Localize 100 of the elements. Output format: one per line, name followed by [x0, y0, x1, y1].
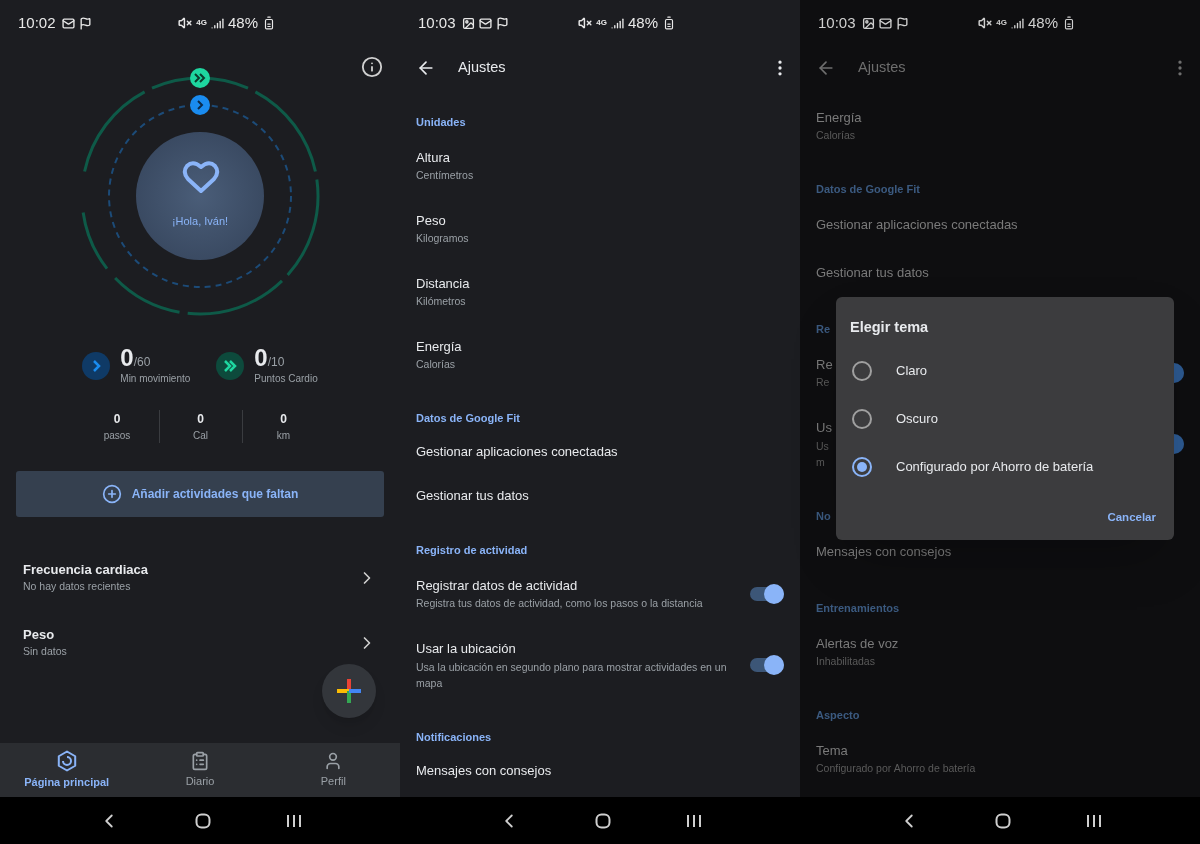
- stat-label: km: [276, 428, 291, 443]
- option-label[interactable]: Oscuro: [896, 409, 938, 429]
- goal-target: /60: [133, 355, 151, 371]
- setting-subtitle: Registra tus datos de actividad, como los pasos o la distancia: [416, 596, 703, 612]
- setting-title[interactable]: Alertas de voz: [816, 633, 899, 654]
- setting-title[interactable]: Mensajes con consejos: [816, 542, 952, 562]
- metric-title: Peso: [23, 625, 56, 644]
- signal-icon: [610, 16, 624, 30]
- clock-time: 10:02: [18, 12, 56, 33]
- metric-row[interactable]: Peso Sin datos: [0, 610, 400, 675]
- ring-icon: [55, 749, 78, 772]
- option-label[interactable]: Claro: [896, 361, 928, 381]
- flag-icon: [78, 16, 92, 30]
- setting-subtitle: Calorías: [816, 128, 856, 144]
- flag-icon: [895, 16, 909, 30]
- setting-title[interactable]: Mensajes con consejos: [416, 761, 552, 781]
- home-nav-icon[interactable]: [995, 812, 1011, 829]
- goal-label: Min movimiento: [120, 372, 191, 386]
- network-label: 4G: [996, 19, 1007, 27]
- setting-title[interactable]: Us: [816, 418, 832, 438]
- option-label[interactable]: Configurado por Ahorro de batería: [896, 457, 1094, 477]
- clipboard-icon: [190, 750, 210, 771]
- mute-icon: [578, 16, 593, 30]
- setting-subtitle: Configurado por Ahorro de batería: [816, 761, 976, 777]
- cancel-button[interactable]: Cancelar: [1103, 502, 1160, 532]
- screen-title: Ajustes: [858, 58, 906, 78]
- signal-icon: [210, 16, 224, 30]
- setting-title[interactable]: Usar la ubicación: [416, 639, 516, 659]
- stat-value: 0: [280, 410, 287, 428]
- section-header: Registro de actividad: [416, 542, 528, 558]
- radio-button[interactable]: [852, 360, 872, 381]
- setting-title[interactable]: Re: [816, 354, 833, 375]
- setting-subtitle: Inhabilitadas: [816, 654, 875, 670]
- battery-icon: [262, 16, 276, 30]
- section-header: Aspecto: [816, 707, 860, 723]
- radio-button[interactable]: [852, 456, 872, 477]
- battery-level: 48%: [627, 12, 658, 33]
- home-nav-icon[interactable]: [195, 812, 211, 829]
- section-header: Datos de Google Fit: [816, 181, 920, 197]
- toggle-switch[interactable]: [750, 658, 784, 672]
- setting-title[interactable]: Registrar datos de actividad: [416, 575, 578, 596]
- setting-title[interactable]: Gestionar tus datos: [416, 486, 529, 506]
- setting-title[interactable]: Distancia: [416, 273, 470, 294]
- network-label: 4G: [596, 19, 607, 27]
- bottom-nav-tab[interactable]: Página principal: [0, 743, 134, 797]
- recents-nav-icon[interactable]: [286, 813, 303, 828]
- metric-subtitle: No hay datos recientes: [23, 579, 132, 595]
- setting-title[interactable]: Tema: [816, 740, 848, 761]
- setting-title[interactable]: Gestionar aplicaciones conectadas: [416, 442, 618, 462]
- mail-icon: [878, 16, 892, 30]
- setting-subtitle: Kilogramos: [416, 231, 469, 247]
- setting-subtitle: Usa la ubicación en segundo plano para mostrar actividades en un mapa: [416, 659, 728, 691]
- section-header: Datos de Google Fit: [416, 410, 520, 426]
- bottom-nav-tab[interactable]: Perfil: [266, 743, 400, 797]
- goal-label: Puntos Cardio: [254, 372, 318, 386]
- setting-title[interactable]: Energía: [416, 336, 462, 357]
- info-icon[interactable]: [361, 56, 383, 78]
- setting-title[interactable]: Peso: [416, 210, 446, 231]
- image-icon: [861, 16, 875, 30]
- battery-icon: [1062, 16, 1076, 30]
- mute-icon: [178, 16, 193, 30]
- radio-button[interactable]: [852, 408, 872, 429]
- stat-label: Cal: [193, 428, 208, 443]
- network-label: 4G: [196, 19, 207, 27]
- metric-row[interactable]: Frecuencia cardiaca No hay datos recientes: [0, 545, 400, 610]
- section-header: No: [816, 508, 831, 524]
- bottom-nav-tab[interactable]: Diario: [133, 743, 267, 797]
- add-fab[interactable]: [322, 664, 376, 718]
- recents-nav-icon[interactable]: [686, 813, 703, 828]
- screen-title: Ajustes: [458, 58, 506, 78]
- section-header: Notificaciones: [416, 729, 492, 745]
- clock-time: 10:03: [418, 12, 456, 33]
- setting-subtitle: Kilómetros: [416, 294, 466, 310]
- setting-title[interactable]: Gestionar aplicaciones conectadas: [816, 215, 1018, 235]
- goal-value: 0: [254, 346, 268, 370]
- double-chevron-badge-icon: [216, 352, 245, 380]
- dialog-title: Elegir tema: [850, 318, 930, 337]
- setting-title[interactable]: Gestionar tus datos: [816, 263, 929, 283]
- setting-title[interactable]: Energía: [816, 107, 862, 128]
- colored-plus-icon: [337, 679, 361, 703]
- battery-level: 48%: [1027, 12, 1058, 33]
- setting-subtitle: Us: [816, 438, 829, 454]
- home-nav-icon[interactable]: [595, 812, 611, 829]
- toggle-switch[interactable]: [750, 586, 784, 601]
- clock-time: 10:03: [818, 12, 856, 33]
- image-icon: [461, 16, 475, 30]
- recents-nav-icon[interactable]: [1086, 813, 1103, 828]
- setting-subtitle: m: [816, 454, 825, 470]
- battery-level: 48%: [227, 12, 258, 33]
- metric-subtitle: Sin datos: [23, 644, 68, 660]
- stat-label: pasos: [103, 428, 131, 443]
- add-activities-button[interactable]: Añadir actividades que faltan: [16, 471, 384, 517]
- setting-subtitle: Centímetros: [416, 168, 474, 184]
- chevron-badge-icon: [82, 352, 111, 380]
- battery-icon: [662, 16, 676, 30]
- setting-subtitle: Calorías: [416, 357, 456, 373]
- setting-title[interactable]: Altura: [416, 147, 450, 168]
- flag-icon: [495, 16, 509, 30]
- stat-value: 0: [197, 410, 204, 428]
- metric-title: Frecuencia cardiaca: [23, 560, 150, 579]
